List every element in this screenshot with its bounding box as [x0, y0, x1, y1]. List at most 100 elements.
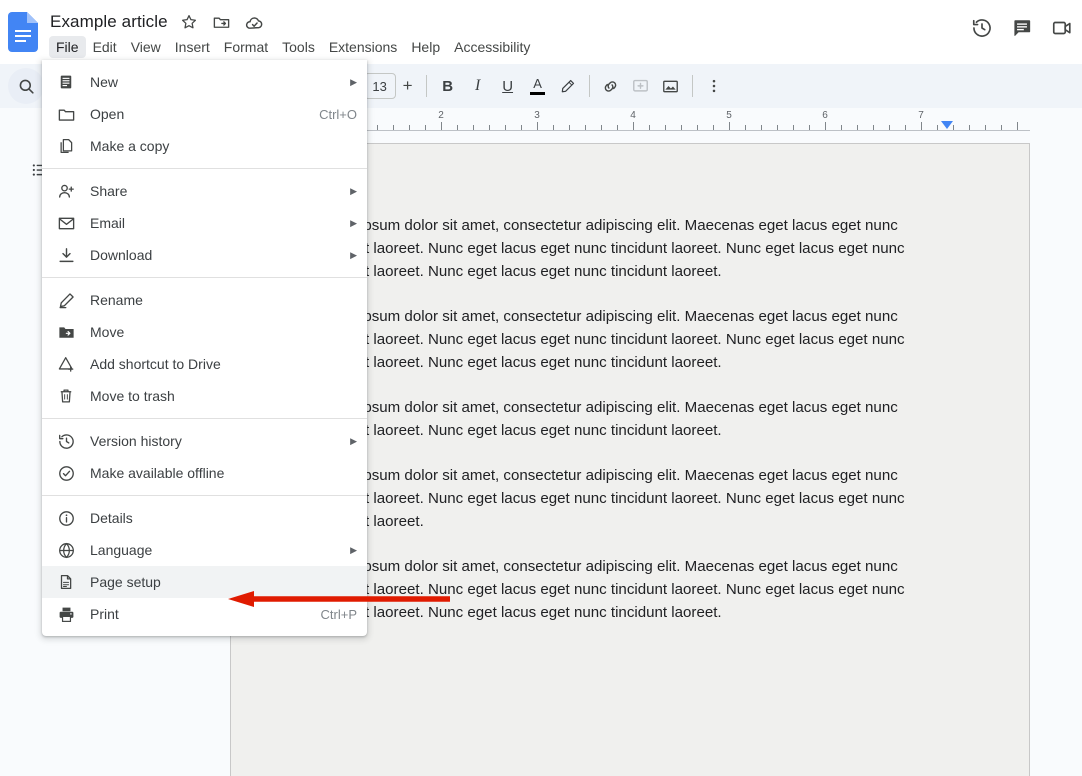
ruler-tick	[441, 122, 442, 130]
menu-item-shortcut: Ctrl+P	[320, 606, 357, 622]
submenu-arrow-icon: ▶	[350, 76, 357, 87]
menu-item-details[interactable]: Details	[42, 502, 367, 534]
menu-item-label: New	[90, 74, 119, 90]
text-color-button[interactable]: A	[523, 71, 553, 101]
document-paragraph[interactable]: Lorem ipsum dolor sit amet, consectetur …	[313, 305, 941, 374]
menu-tools[interactable]: Tools	[275, 36, 322, 58]
google-docs-window: Example article File Edit View Insert Fo…	[0, 0, 1082, 776]
menu-item-label: Move to trash	[90, 388, 175, 404]
ruler-label-5: 5	[726, 110, 732, 121]
comment-icon[interactable]	[1002, 8, 1042, 48]
font-size-input[interactable]: 13	[363, 73, 396, 99]
ruler-label-2: 2	[438, 110, 444, 121]
pencil-icon	[54, 288, 78, 312]
document-paragraph[interactable]: Lorem ipsum dolor sit amet, consectetur …	[313, 464, 941, 533]
document-title-row: Example article	[50, 8, 267, 36]
menu-help[interactable]: Help	[404, 36, 447, 58]
italic-button[interactable]: I	[463, 71, 493, 101]
menu-view[interactable]: View	[124, 36, 168, 58]
ruler-tick	[521, 125, 522, 130]
drive-add-icon	[54, 352, 78, 376]
menu-file[interactable]: File	[49, 36, 86, 58]
highlight-color-icon[interactable]	[553, 71, 583, 101]
menu-item-download[interactable]: Download ▶	[42, 239, 367, 271]
menu-accessibility[interactable]: Accessibility	[447, 36, 537, 58]
ruler-label-7: 7	[918, 110, 924, 121]
more-options-icon[interactable]	[699, 71, 729, 101]
ruler-tick	[713, 125, 714, 130]
move-folder-icon	[54, 320, 78, 344]
move-to-folder-icon[interactable]	[210, 10, 234, 34]
trash-icon	[54, 384, 78, 408]
ruler-tick	[953, 125, 954, 130]
menu-item-email[interactable]: Email ▶	[42, 207, 367, 239]
header-actions	[962, 8, 1082, 48]
submenu-arrow-icon: ▶	[350, 249, 357, 260]
menu-item-label: Print	[90, 606, 119, 622]
menu-edit[interactable]: Edit	[86, 36, 124, 58]
document-paragraph[interactable]: Lorem ipsum dolor sit amet, consectetur …	[313, 396, 941, 442]
printer-icon	[54, 602, 78, 626]
menu-item-label: Add shortcut to Drive	[90, 356, 221, 372]
menu-format[interactable]: Format	[217, 36, 275, 58]
toolbar-divider	[691, 75, 693, 97]
menu-insert[interactable]: Insert	[168, 36, 217, 58]
cloud-saved-icon[interactable]	[243, 10, 267, 34]
menu-item-rename[interactable]: Rename	[42, 284, 367, 316]
menu-item-label: Email	[90, 215, 126, 231]
menu-divider	[42, 277, 367, 278]
ruler-tick	[665, 125, 666, 130]
add-comment-icon[interactable]	[626, 71, 656, 101]
ruler-tick	[857, 125, 858, 130]
menu-item-make-available-offline[interactable]: Make available offline	[42, 457, 367, 489]
menu-divider	[42, 168, 367, 169]
ruler-tick	[569, 125, 570, 130]
page-title[interactable]: Example article	[50, 12, 168, 32]
menu-item-add-shortcut-to-drive[interactable]: Add shortcut to Drive	[42, 348, 367, 380]
menu-item-open[interactable]: Open Ctrl+O	[42, 98, 367, 130]
info-icon	[54, 506, 78, 530]
ruler-tick	[873, 125, 874, 130]
menu-divider	[42, 418, 367, 419]
ruler-tick	[457, 125, 458, 130]
document-body[interactable]: Lorem ipsum dolor sit amet, consectetur …	[313, 214, 941, 646]
version-history-icon[interactable]	[962, 8, 1002, 48]
star-icon[interactable]	[177, 10, 201, 34]
meet-icon[interactable]	[1042, 8, 1082, 48]
menu-item-move[interactable]: Move	[42, 316, 367, 348]
docs-logo-icon	[8, 12, 38, 52]
menu-item-label: Share	[90, 183, 128, 199]
page-setup-icon	[54, 570, 78, 594]
menu-item-version-history[interactable]: Version history ▶	[42, 425, 367, 457]
insert-link-icon[interactable]	[596, 71, 626, 101]
globe-icon	[54, 538, 78, 562]
file-menu-popup[interactable]: New ▶ Open Ctrl+O Make a copy Share ▶ Email ▶ Dow…	[42, 60, 367, 636]
menu-item-move-to-trash[interactable]: Move to trash	[42, 380, 367, 412]
ruler-tick	[681, 125, 682, 130]
ruler-tick	[841, 125, 842, 130]
bold-button[interactable]: B	[433, 71, 463, 101]
submenu-arrow-icon: ▶	[350, 217, 357, 228]
increase-font-size-button[interactable]: +	[396, 73, 420, 99]
search-icon[interactable]	[8, 68, 44, 104]
menu-item-print[interactable]: Print Ctrl+P	[42, 598, 367, 630]
menu-item-language[interactable]: Language ▶	[42, 534, 367, 566]
menu-item-label: Details	[90, 510, 133, 526]
ruler-tick	[889, 125, 890, 130]
menu-item-new[interactable]: New ▶	[42, 66, 367, 98]
ruler-label-3: 3	[534, 110, 540, 121]
insert-image-icon[interactable]	[656, 71, 686, 101]
toolbar-divider	[425, 75, 427, 97]
ruler-tick	[1017, 122, 1018, 130]
underline-button[interactable]: U	[493, 71, 523, 101]
offline-check-icon	[54, 461, 78, 485]
ruler-tick	[489, 125, 490, 130]
menu-item-page-setup[interactable]: Page setup	[42, 566, 367, 598]
menu-extensions[interactable]: Extensions	[322, 36, 404, 58]
document-paragraph[interactable]: Lorem ipsum dolor sit amet, consectetur …	[313, 555, 941, 624]
menu-item-share[interactable]: Share ▶	[42, 175, 367, 207]
ruler-tick	[585, 125, 586, 130]
document-paragraph[interactable]: Lorem ipsum dolor sit amet, consectetur …	[313, 214, 941, 283]
menu-item-make-a-copy[interactable]: Make a copy	[42, 130, 367, 162]
right-indent-marker[interactable]	[941, 121, 953, 129]
